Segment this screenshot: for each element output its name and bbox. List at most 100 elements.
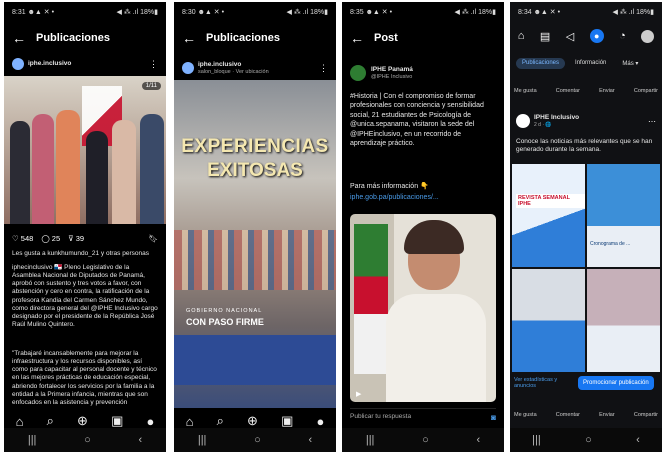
system-back-icon[interactable]: ‹ (138, 434, 142, 446)
play-icon[interactable]: ▶ (356, 390, 361, 398)
status-bar: 8:35 ☻▲ ✕ • ◀ ⁂ .ıl 18%▮ (342, 2, 504, 22)
search-icon[interactable]: ⌕ (217, 413, 224, 429)
account-handle[interactable]: @IPHE Inclusivo (371, 74, 413, 81)
system-home-icon[interactable]: ○ (422, 434, 429, 446)
post-photo[interactable]: EXPERIENCIAS EXITOSAS GOBIERNO NACIONAL … (174, 80, 336, 408)
like-button[interactable]: Me gusta (514, 88, 537, 94)
grid-tile[interactable]: Cronograma de ... (587, 164, 660, 267)
crowd-decoration (174, 230, 336, 290)
add-post-icon[interactable]: ⊕ (247, 413, 258, 429)
reels-icon[interactable]: ▣ (281, 413, 293, 429)
more-icon[interactable]: ⋮ (319, 63, 328, 74)
more-icon[interactable]: ⋯ (648, 117, 656, 126)
avatar[interactable] (12, 58, 24, 70)
share-button[interactable]: Compartir (634, 88, 658, 94)
system-nav-bar: ||| ○ ‹ (4, 428, 166, 452)
comment-button[interactable]: Comentar (556, 88, 580, 94)
comment-button[interactable]: Comentar (556, 412, 580, 418)
post-video[interactable]: ▶ (350, 214, 496, 402)
system-home-icon[interactable]: ○ (84, 434, 91, 446)
system-home-icon[interactable]: ○ (585, 434, 592, 446)
video-icon[interactable]: ▤ (540, 30, 550, 43)
page-title: Publicaciones (36, 32, 110, 44)
system-back-icon[interactable]: ‹ (476, 434, 480, 446)
tab-informacion[interactable]: Información (569, 58, 612, 69)
post-author-row[interactable]: IPHE Panamá @IPHE Inclusivo (350, 62, 496, 84)
image-counter: 1/11 (141, 82, 161, 90)
location-text[interactable]: salon_bloque · Ver ubicación (198, 69, 269, 76)
tab-mas[interactable]: Más ▾ (616, 58, 644, 69)
reels-icon[interactable]: ▣ (111, 413, 123, 429)
status-time: 8:34 ☻▲ ✕ • (518, 9, 561, 16)
search-icon[interactable]: ⌕ (47, 413, 54, 429)
grid-tile[interactable] (512, 269, 585, 372)
person-figure (112, 120, 136, 224)
recent-apps-icon[interactable]: ||| (198, 434, 207, 446)
tab-publicaciones[interactable]: Publicaciones (516, 58, 566, 69)
like-button[interactable]: Me gusta (514, 412, 537, 418)
header: ← Publicaciones (174, 22, 336, 54)
recent-apps-icon[interactable]: ||| (28, 434, 37, 446)
phone-x-post: 8:35 ☻▲ ✕ • ◀ ⁂ .ıl 18%▮ ← Post IPHE Pan… (342, 2, 504, 452)
more-icon[interactable]: ⋮ (149, 59, 158, 70)
system-back-icon[interactable]: ‹ (636, 434, 640, 446)
bookmark-icon[interactable]: 🔖︎ (148, 234, 158, 243)
system-nav-bar: ||| ○ ‹ (510, 428, 662, 452)
home-icon[interactable]: ⌂ (518, 30, 525, 42)
more-info-text: Para más información 👇 (350, 183, 429, 190)
send-button[interactable]: Enviar (599, 88, 615, 94)
liked-by-text: Les gusta a kunkhumundo_21 y otras perso… (12, 250, 149, 257)
home-icon[interactable]: ⌂ (16, 414, 24, 429)
avatar[interactable] (516, 114, 530, 129)
likes-count[interactable]: ♡ 548 (12, 234, 33, 243)
image-grid[interactable]: REVISTA SEMANAL IPHE Cronograma de ... (512, 164, 660, 372)
megaphone-icon[interactable]: ◁ (566, 30, 574, 43)
profile-icon[interactable]: ● (317, 414, 325, 429)
system-nav-bar: ||| ○ ‹ (342, 428, 504, 452)
comments-count[interactable]: ◯ 25 (41, 234, 60, 243)
post-link[interactable]: iphe.gob.pa/publicaciones/... (350, 194, 496, 201)
reply-input[interactable]: Publicar tu respuesta (350, 413, 411, 421)
camera-icon[interactable]: ◙ (491, 413, 496, 422)
profile-icon[interactable]: ● (147, 414, 155, 429)
status-icons: ◀ ⁂ .ıl 18%▮ (612, 9, 654, 16)
person-figure (32, 114, 54, 224)
person-figure (56, 110, 80, 224)
post-body: #Historia | Con el compromiso de formar … (350, 93, 484, 148)
home-icon[interactable]: ⌂ (186, 414, 194, 429)
back-arrow-icon[interactable]: ← (12, 30, 26, 46)
see-stats-link[interactable]: Ver estadísticas y anuncios (514, 377, 574, 389)
post-author-row[interactable]: iphe.inclusivo ⋮ (12, 55, 158, 73)
add-post-icon[interactable]: ⊕ (77, 413, 88, 429)
profile-icon[interactable]: ● (589, 29, 604, 43)
avatar[interactable] (641, 29, 655, 43)
system-home-icon[interactable]: ○ (254, 434, 261, 446)
reply-bar[interactable]: Publicar tu respuesta ◙ (350, 408, 496, 425)
grid-tile[interactable] (587, 269, 660, 372)
recent-apps-icon[interactable]: ||| (366, 434, 375, 446)
grid-tile[interactable]: REVISTA SEMANAL IPHE (512, 164, 585, 267)
post-photo[interactable]: 1/11 (4, 76, 166, 224)
account-name[interactable]: IPHE Panamá (371, 66, 413, 74)
recent-apps-icon[interactable]: ||| (532, 434, 541, 446)
account-name[interactable]: iphe.inclusivo (28, 60, 71, 68)
avatar[interactable] (182, 62, 194, 74)
send-button[interactable]: Enviar (599, 412, 615, 418)
share-button[interactable]: Compartir (634, 412, 658, 418)
government-slogan: CON PASO FIRME (186, 317, 264, 327)
shares-count[interactable]: ⊽ 39 (68, 234, 84, 243)
back-arrow-icon[interactable]: ← (182, 30, 196, 46)
page-name[interactable]: IPHE Inclusivo (534, 114, 579, 122)
notifications-icon[interactable]: ◔ (619, 30, 626, 42)
person-body (386, 294, 486, 402)
account-name[interactable]: iphe.inclusivo (198, 61, 269, 69)
person-figure (86, 131, 108, 224)
status-icons: ◀ ⁂ .ıl 18%▮ (286, 9, 328, 16)
promote-button[interactable]: Promocionar publicación (578, 376, 654, 390)
post-author-row[interactable]: iphe.inclusivo salon_bloque · Ver ubicac… (182, 58, 328, 78)
system-back-icon[interactable]: ‹ (308, 434, 312, 446)
post-author-row[interactable]: IPHE Inclusivo 2 d · 🌐 ⋯ (516, 114, 656, 129)
avatar[interactable] (350, 65, 366, 81)
page-tabs: Publicaciones Información Más ▾ (516, 58, 656, 69)
back-arrow-icon[interactable]: ← (350, 30, 364, 46)
